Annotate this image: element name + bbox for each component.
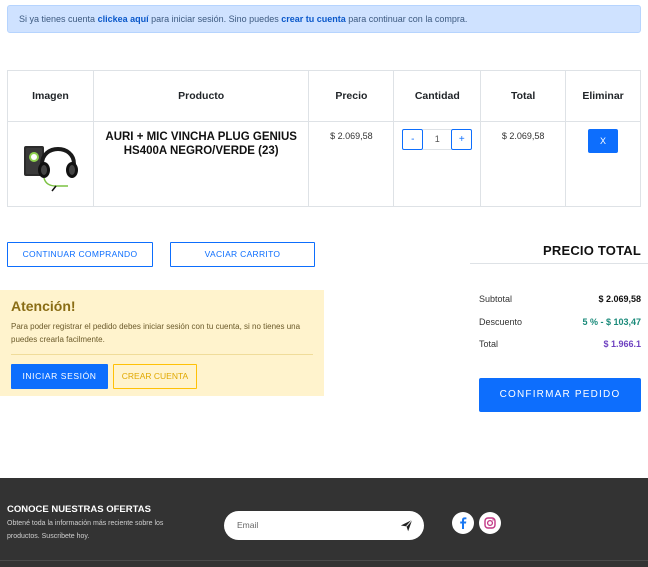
cart-delete-cell: X <box>565 121 641 207</box>
footer: CONOCE NUESTRAS OFERTAS Obtené toda la i… <box>0 478 648 567</box>
cart-product-cell: AURI + MIC VINCHA PLUG GENIUS HS400A NEG… <box>92 121 310 207</box>
send-icon[interactable] <box>400 519 413 532</box>
total-row: Total $ 1.966.1 <box>479 339 641 349</box>
subtotal-label: Subtotal <box>479 294 513 304</box>
attention-notice: Atención! Para poder registrar el pedido… <box>0 290 324 396</box>
cart-header-row: Imagen Producto Precio Cantidad Total El… <box>7 70 641 122</box>
product-total: $ 2.069,58 <box>501 131 545 141</box>
decrease-quantity-button[interactable]: - <box>402 129 424 150</box>
notice-divider <box>11 354 313 355</box>
subtotal-value: $ 2.069,58 <box>598 294 641 304</box>
header-image: Imagen <box>7 70 94 122</box>
continue-shopping-button[interactable]: CONTINUAR COMPRANDO <box>7 242 153 267</box>
alert-prefix: Si ya tienes cuenta <box>19 14 96 24</box>
instagram-glyph-icon <box>484 517 496 529</box>
header-price: Precio <box>308 70 395 122</box>
notice-text: Para poder registrar el pedido debes ini… <box>11 322 301 344</box>
newsletter-email-field[interactable]: Email <box>224 511 424 540</box>
header-quantity: Cantidad <box>393 70 482 122</box>
header-product: Producto <box>92 70 310 122</box>
quantity-stepper: - 1 + <box>394 129 480 150</box>
alert-suffix: para continuar con la compra. <box>348 14 468 24</box>
footer-divider <box>0 560 648 561</box>
header-delete: Eliminar <box>565 70 641 122</box>
facebook-glyph-icon <box>460 517 467 529</box>
product-name: AURI + MIC VINCHA PLUG GENIUS HS400A NEG… <box>105 131 297 157</box>
cart-row: AURI + MIC VINCHA PLUG GENIUS HS400A NEG… <box>7 121 641 207</box>
footer-title: CONOCE NUESTRAS OFERTAS <box>7 504 151 515</box>
empty-cart-button[interactable]: VACIAR CARRITO <box>170 242 315 267</box>
total-label: Total <box>479 339 499 349</box>
instagram-icon[interactable] <box>479 512 501 534</box>
login-button[interactable]: INICIAR SESIÓN <box>11 364 108 389</box>
total-value: $ 1.966.1 <box>603 339 641 349</box>
confirm-order-button[interactable]: CONFIRMAR PEDIDO <box>479 378 641 412</box>
total-price-title: PRECIO TOTAL <box>543 243 641 258</box>
create-account-button[interactable]: CREAR CUENTA <box>113 364 197 389</box>
cart-quantity-cell: - 1 + <box>393 121 482 207</box>
alert-middle: para iniciar sesión. Sino puedes <box>151 14 279 24</box>
facebook-icon[interactable] <box>452 512 474 534</box>
cart-table: Imagen Producto Precio Cantidad Total El… <box>7 70 641 207</box>
notice-title: Atención! <box>11 298 76 314</box>
footer-text: Obtené toda la información más reciente … <box>7 520 164 540</box>
headphones-image <box>24 146 79 192</box>
subtotal-row: Subtotal $ 2.069,58 <box>479 294 641 304</box>
increase-quantity-button[interactable]: + <box>451 129 473 150</box>
product-price: $ 2.069,58 <box>330 131 373 141</box>
email-placeholder: Email <box>237 520 259 530</box>
cart-total-cell: $ 2.069,58 <box>480 121 567 207</box>
discount-row: Descuento 5 % - $ 103,47 <box>479 317 641 327</box>
discount-label: Descuento <box>479 317 523 327</box>
header-total: Total <box>480 70 567 122</box>
cart-image-cell <box>7 121 94 207</box>
login-alert: Si ya tienes cuenta clickea aquí para in… <box>7 5 641 33</box>
total-divider <box>470 263 648 264</box>
login-link[interactable]: clickea aquí <box>98 14 149 24</box>
quantity-input[interactable]: 1 <box>423 129 452 150</box>
create-account-link[interactable]: crear tu cuenta <box>281 14 346 24</box>
cart-price-cell: $ 2.069,58 <box>308 121 395 207</box>
discount-value: 5 % - $ 103,47 <box>582 317 641 327</box>
delete-item-button[interactable]: X <box>588 129 619 153</box>
